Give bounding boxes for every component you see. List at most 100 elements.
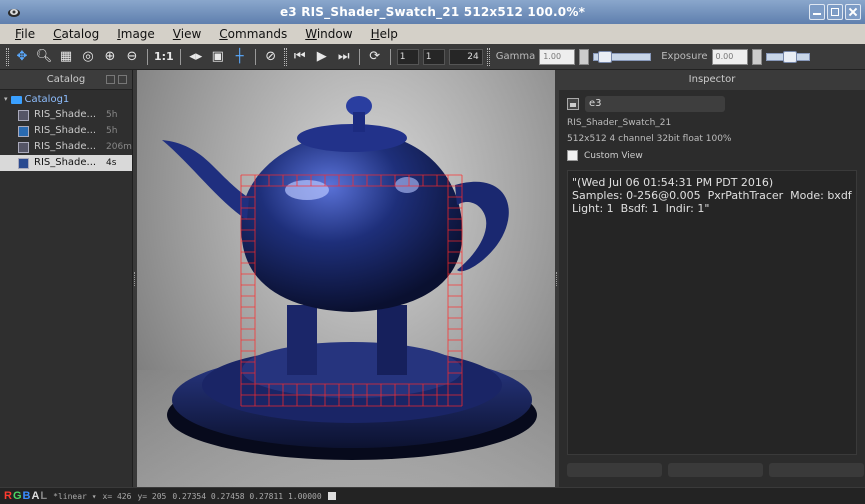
image-icon[interactable]: ▣: [209, 48, 227, 66]
exposure-spinner[interactable]: [751, 48, 762, 65]
gamma-label: Gamma: [495, 51, 536, 62]
render-info-text[interactable]: "(Wed Jul 06 01:54:31 PM PDT 2016) Sampl…: [567, 170, 857, 455]
catalog-item-time: 206m: [106, 142, 132, 152]
pixel-color-swatch: [327, 492, 336, 500]
film-icon[interactable]: ▦: [57, 48, 75, 66]
close-panel-button[interactable]: [118, 75, 127, 84]
folder-icon: [10, 95, 22, 104]
loop-icon[interactable]: ⟳: [366, 48, 384, 66]
menu-catalog[interactable]: Catalog: [44, 27, 108, 41]
menu-file[interactable]: File: [6, 27, 44, 41]
minimize-button[interactable]: [809, 4, 825, 20]
toolbar: ✥ 🔍︎ ▦ ◎ ⊕ ⊖ 1:1 ◂▸ ▣ ┼ ⊘ ⏮ ▶ ⏭ ⟳ 1 1 24…: [0, 44, 865, 70]
zoom-1to1-button[interactable]: 1:1: [154, 50, 174, 63]
gamma-slider-thumb[interactable]: [598, 50, 613, 63]
catalog-item-name: RIS_Shade...: [34, 141, 97, 152]
menu-image[interactable]: Image: [108, 27, 164, 41]
separator: [358, 48, 360, 65]
gamma-spinner[interactable]: [579, 48, 590, 65]
channel-r[interactable]: R: [4, 490, 12, 502]
catalog-item-name: RIS_Shade...: [34, 109, 97, 120]
colorspace-value: *linear: [53, 491, 87, 501]
rendered-image: [137, 96, 555, 487]
exposure-field[interactable]: 0.00: [711, 48, 748, 65]
image-name-field[interactable]: e3: [585, 96, 725, 112]
catalog-item-time: 5h: [106, 110, 118, 120]
zoom-icon[interactable]: 🔍︎: [35, 48, 53, 66]
clear-icon[interactable]: ⊘: [262, 48, 280, 66]
zoom-in-icon[interactable]: ⊕: [101, 48, 119, 66]
pan-icon[interactable]: ✥: [13, 48, 31, 66]
zoom-out-icon[interactable]: ⊖: [123, 48, 141, 66]
float-panel-button[interactable]: [106, 75, 115, 84]
image-viewport[interactable]: [137, 70, 555, 487]
inspector-title-bar: Inspector: [559, 70, 865, 90]
custom-view-row[interactable]: Custom View: [567, 150, 643, 161]
catalog-item[interactable]: RIS_Shade... 5h: [0, 123, 132, 139]
image-info-label: 512x512 4 channel 32bit float 100%: [567, 134, 732, 144]
menu-bar: File Catalog Image View Commands Window …: [0, 24, 865, 44]
teapot-spout: [162, 140, 249, 220]
image-thumbnail-icon: [18, 125, 29, 137]
expand-arrow-icon[interactable]: ▾: [4, 92, 8, 107]
toolbar-grip[interactable]: [6, 47, 9, 66]
catalog-item-time: 5h: [106, 126, 118, 136]
frame-start-field[interactable]: 1: [396, 48, 419, 65]
channel-a[interactable]: A: [31, 490, 39, 502]
inspector-panel: Inspector e3 RIS_Shader_Swatch_21 512x51…: [559, 70, 865, 487]
inspector-title: Inspector: [688, 74, 736, 85]
exposure-slider[interactable]: [765, 50, 810, 63]
separator: [147, 48, 148, 65]
exposure-slider-thumb[interactable]: [782, 50, 797, 63]
crosshair-icon[interactable]: ┼: [231, 48, 249, 66]
menu-window[interactable]: Window: [296, 27, 361, 41]
teapot-body: [240, 131, 463, 312]
teapot-lid: [297, 124, 407, 152]
window-controls: [809, 4, 861, 20]
gamma-field[interactable]: 1.00: [539, 48, 576, 65]
title-bar: e3 RIS_Shader_Swatch_21 512x512 100.0%*: [0, 0, 865, 24]
close-button[interactable]: [845, 4, 861, 20]
image-thumbnail-icon: [18, 157, 29, 169]
channel-l[interactable]: L: [40, 490, 47, 502]
channel-b[interactable]: B: [23, 490, 31, 502]
flip-icon[interactable]: ◂▸: [187, 48, 205, 66]
inspector-button-2[interactable]: [668, 463, 763, 477]
play-icon[interactable]: ▶: [313, 48, 331, 66]
channel-selector[interactable]: R G B A L: [4, 490, 47, 502]
toolbar-grip[interactable]: [486, 47, 490, 66]
custom-view-checkbox[interactable]: [567, 150, 578, 161]
catalog-panel: Catalog ▾ Catalog1 RIS_Shade... 5h RIS_S…: [0, 70, 133, 487]
exposure-label: Exposure: [661, 51, 708, 62]
catalog-title-bar: Catalog: [0, 70, 132, 90]
catalog-item-name: RIS_Shade...: [34, 125, 97, 136]
inspector-name-row: e3: [567, 96, 725, 112]
catalog-item-selected[interactable]: RIS_Shade... 4s: [0, 155, 132, 171]
toolbar-grip[interactable]: [283, 47, 287, 66]
image-name-label: RIS_Shader_Swatch_21: [567, 118, 672, 128]
status-bar: R G B A L *linear ▾ x= 426 y= 205 0.2735…: [0, 487, 865, 504]
catalog-item[interactable]: RIS_Shade... 206m: [0, 139, 132, 155]
maximize-button[interactable]: [827, 4, 843, 20]
catalog-item[interactable]: RIS_Shade... 5h: [0, 107, 132, 123]
colorspace-dropdown[interactable]: *linear ▾: [53, 492, 96, 501]
inspector-button-3[interactable]: [769, 463, 864, 477]
previous-frame-icon[interactable]: ⏮: [291, 48, 309, 66]
menu-help[interactable]: Help: [362, 27, 407, 41]
image-thumbnail-icon: [18, 141, 29, 153]
catalog-root[interactable]: ▾ Catalog1: [0, 92, 132, 107]
channel-g[interactable]: G: [13, 490, 22, 502]
catalog-item-time: 4s: [106, 158, 117, 168]
menu-view[interactable]: View: [164, 27, 210, 41]
compare-icon[interactable]: ◎: [79, 48, 97, 66]
frame-current-field[interactable]: 1: [422, 48, 445, 65]
frame-end-field[interactable]: 24: [448, 48, 483, 65]
separator: [179, 48, 181, 65]
pixel-y: y= 205: [137, 491, 167, 501]
menu-commands[interactable]: Commands: [210, 27, 296, 41]
gamma-slider[interactable]: [593, 50, 652, 63]
separator: [389, 48, 391, 65]
next-frame-icon[interactable]: ⏭: [335, 48, 353, 66]
image-icon: [567, 98, 579, 110]
inspector-button-1[interactable]: [567, 463, 662, 477]
